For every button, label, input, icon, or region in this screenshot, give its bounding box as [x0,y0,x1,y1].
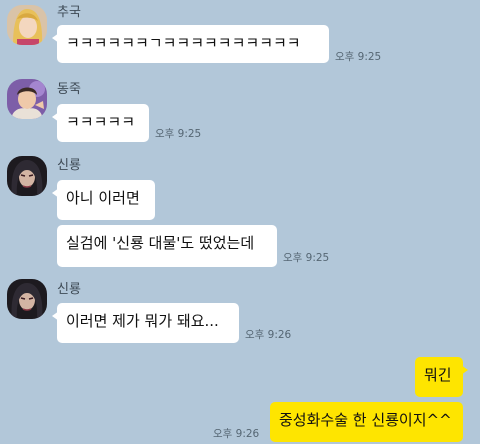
message-bubble[interactable]: 실검에 '신룡 대물'도 떴었는데 [57,225,277,267]
sender-name: 신룡 [57,158,81,173]
my-message-bubble[interactable]: 중성화수술 한 신룡이지^^ [270,402,463,442]
sender-name: 동죽 [57,82,81,97]
sender-name: 추국 [57,5,81,20]
message-bubble[interactable]: 아니 이러면 [52,180,155,220]
message-bubble[interactable]: 이러면 제가 뭐가 돼요... [52,303,239,343]
message-timestamp: 오후 9:26 [245,329,292,341]
my-message-bubble[interactable]: 뭐긴 [415,357,468,397]
avatar-sinryong[interactable] [7,279,47,319]
message-bubble[interactable]: ㅋㅋㅋㅋㅋ [52,104,149,142]
avatar-chuguk[interactable] [7,5,47,45]
message-bubble[interactable]: ㅋㅋㅋㅋㅋㅋㄱㅋㅋㅋㅋㅋㅋㅋㅋㅋㅋ [52,25,329,63]
message-timestamp: 오후 9:26 [213,428,260,440]
avatar-sinryong[interactable] [7,156,47,196]
message-timestamp: 오후 9:25 [155,128,202,140]
message-timestamp: 오후 9:25 [283,252,330,264]
message-timestamp: 오후 9:25 [335,51,382,63]
avatar-dongjuk[interactable] [7,79,47,119]
sender-name: 신룡 [57,282,81,297]
